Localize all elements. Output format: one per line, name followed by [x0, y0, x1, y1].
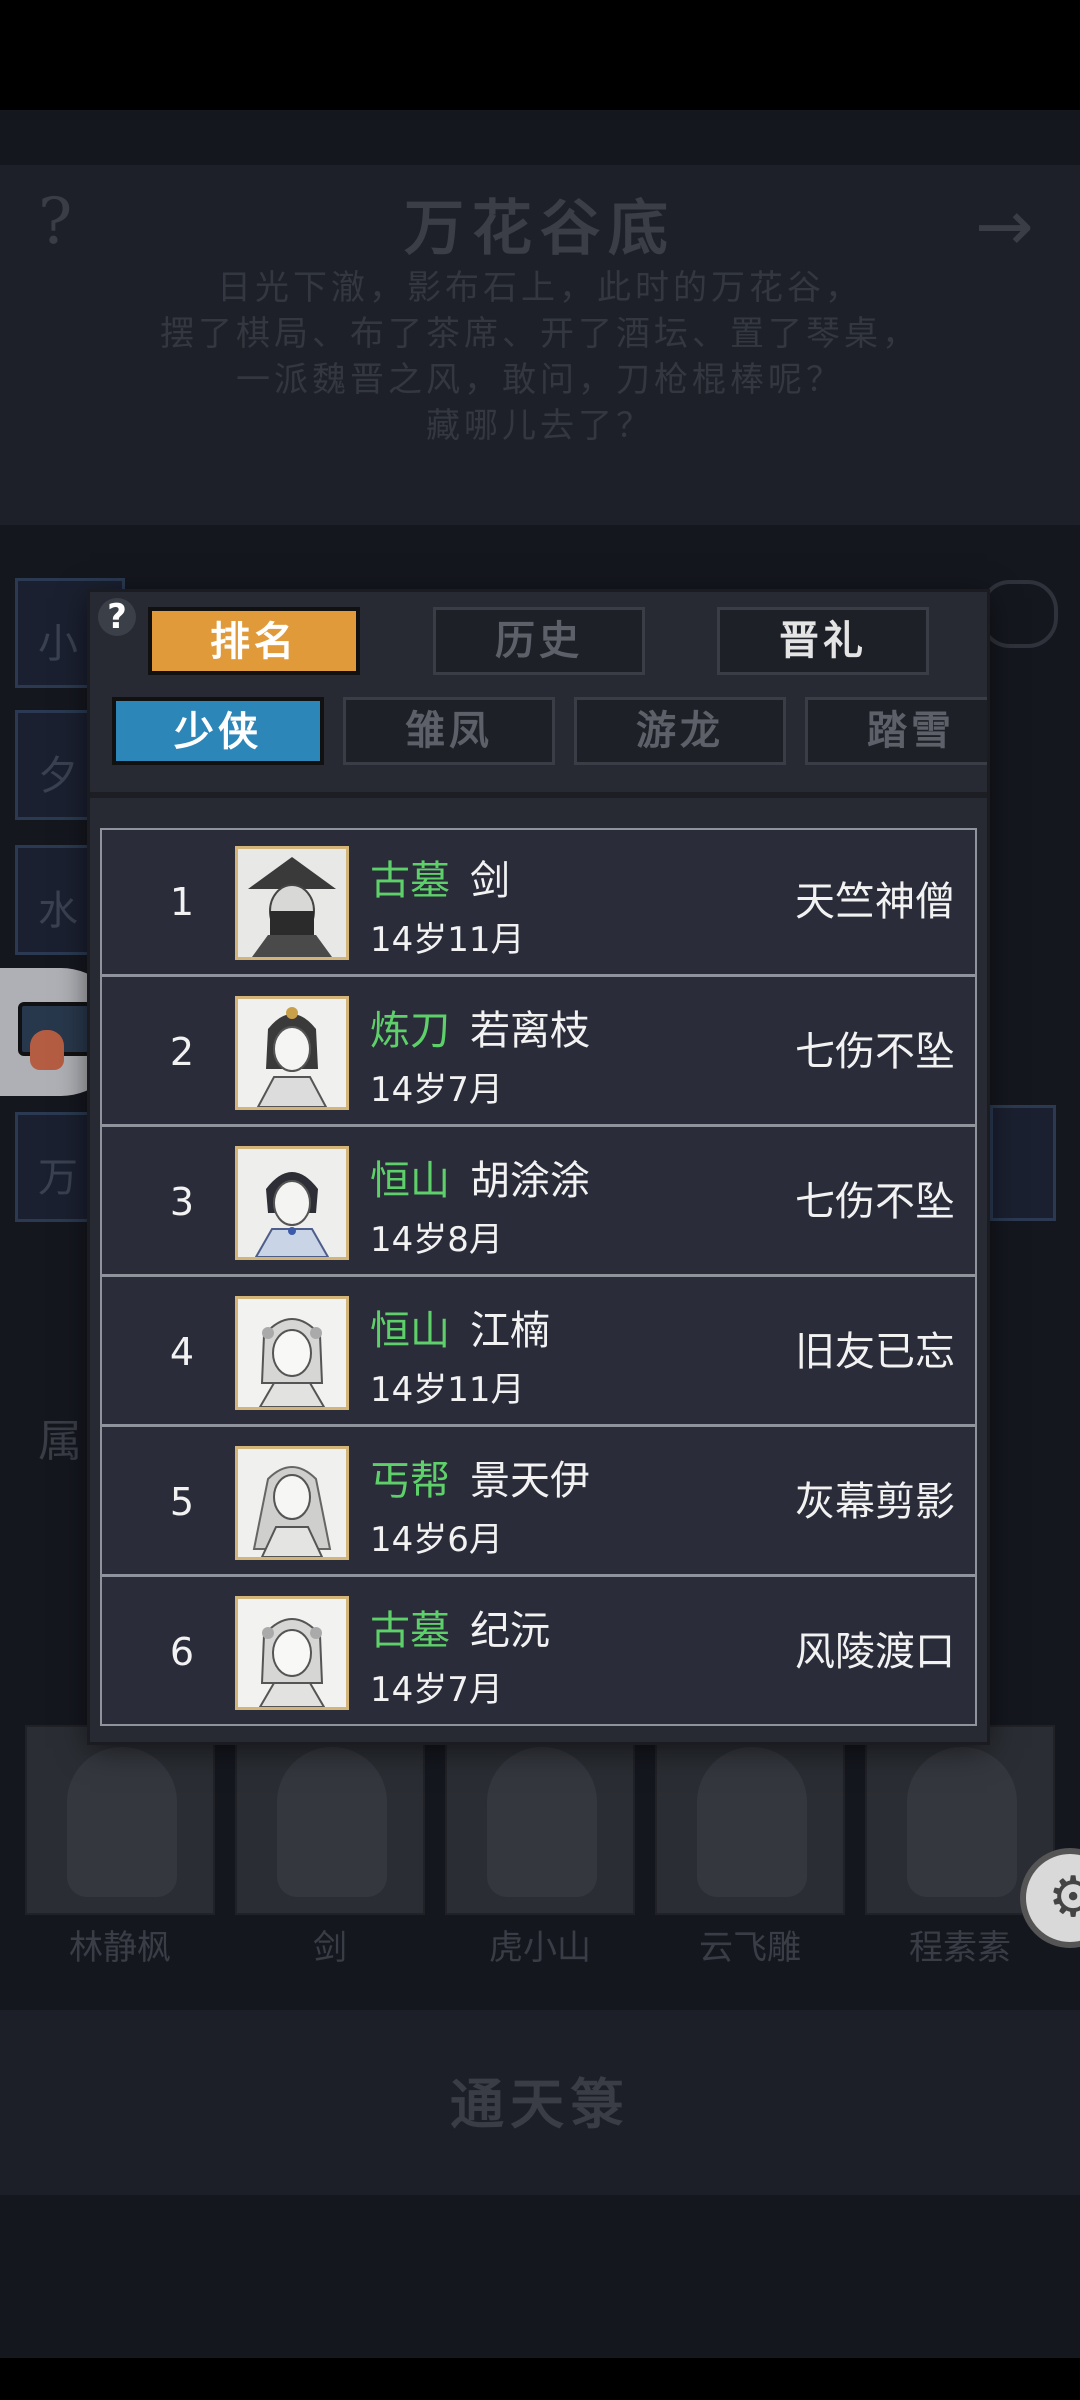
description-line: 摆了棋局、布了茶席、开了酒坛、置了琴桌， [160, 314, 920, 354]
side-label: 属 [38, 1416, 82, 1467]
player-age: 14岁7月 [370, 1070, 503, 1110]
tab-ranking[interactable]: 排名 [148, 607, 360, 675]
player-name: 若离枝 [470, 1008, 590, 1054]
ranking-row[interactable]: 4 恒山 江楠 14岁11月 旧友已忘 [102, 1280, 975, 1427]
chat-icon [980, 580, 1058, 648]
player-name: 纪沅 [470, 1608, 550, 1654]
avatar [235, 1446, 349, 1560]
ranking-row[interactable]: 6 古墓 纪沅 14岁7月 风陵渡口 [102, 1580, 975, 1727]
tab-taxue[interactable]: 踏雪 [805, 697, 987, 765]
player-title: 天竺神僧 [795, 879, 955, 925]
player-title: 七伤不坠 [795, 1179, 955, 1225]
location-description: 日光下澈，影布石上，此时的万花谷， 摆了棋局、布了茶席、开了酒坛、置了琴桌， 一… [0, 265, 1080, 449]
rank-number: 6 [169, 1630, 195, 1674]
tab-shaoxia[interactable]: 少侠 [112, 697, 324, 765]
tab-strip: 排名 历史 晋礼 少侠 雏凤 游龙 踏雪 [90, 592, 987, 792]
description-line: 日光下澈，影布石上，此时的万花谷， [217, 268, 863, 308]
avatar [235, 1146, 349, 1260]
ranking-row[interactable]: 2 炼刀 若离枝 14岁7月 七伤不坠 [102, 980, 975, 1127]
rank-number: 5 [169, 1480, 195, 1524]
avatar [235, 846, 349, 960]
gear-icon: ⚙ [1048, 1865, 1080, 1930]
player-title: 旧友已忘 [795, 1329, 955, 1375]
player-title: 灰幕剪影 [795, 1479, 955, 1525]
portrait-name: 林静枫 [69, 1928, 171, 1968]
portrait-name: 剑 [313, 1928, 347, 1968]
description-line: 一派魏晋之风，敢问，刀枪棍棒呢？ [236, 360, 844, 400]
bottom-button: 通天箓 [450, 2072, 630, 2136]
ranking-row[interactable]: 5 丐帮 景天伊 14岁6月 灰幕剪影 [102, 1430, 975, 1577]
portrait-name: 虎小山 [489, 1928, 591, 1968]
hand-icon [30, 1030, 64, 1070]
player-age: 14岁11月 [370, 1370, 525, 1410]
rank-number: 1 [169, 880, 195, 924]
status-bar [0, 0, 1080, 110]
player-age: 14岁11月 [370, 920, 525, 960]
divider [90, 792, 987, 798]
player-name: 胡涂涂 [470, 1158, 590, 1204]
ranking-dialog: ? 排名 历史 晋礼 少侠 雏凤 游龙 踏雪 1 古墓 剑 14岁11月 天竺神… [90, 592, 987, 1742]
player-age: 14岁7月 [370, 1670, 503, 1710]
player-title: 风陵渡口 [795, 1629, 955, 1675]
navigation-bar [0, 2358, 1080, 2400]
portrait [235, 1725, 425, 1915]
sect-name: 炼刀 [370, 1008, 450, 1054]
player-age: 14岁8月 [370, 1220, 503, 1260]
sect-name: 恒山 [370, 1158, 450, 1204]
player-name: 剑 [470, 858, 510, 904]
sect-name: 古墓 [370, 1608, 450, 1654]
player-title: 七伤不坠 [795, 1029, 955, 1075]
rank-number: 4 [169, 1330, 195, 1374]
side-panel [990, 1105, 1056, 1221]
portrait-row [20, 1725, 1060, 1915]
avatar [235, 1296, 349, 1410]
portrait-name: 云飞雕 [699, 1928, 801, 1968]
player-name: 景天伊 [470, 1458, 590, 1504]
rank-number: 3 [169, 1180, 195, 1224]
sect-name: 古墓 [370, 858, 450, 904]
ranking-list: 1 古墓 剑 14岁11月 天竺神僧 2 炼刀 若离枝 14岁7月 七伤不坠 3… [100, 828, 977, 1726]
location-title: 万花谷底 [404, 194, 676, 264]
portrait [25, 1725, 215, 1915]
tab-history[interactable]: 历史 [433, 607, 645, 675]
player-age: 14岁6月 [370, 1520, 503, 1560]
portrait [655, 1725, 845, 1915]
ranking-row[interactable]: 1 古墓 剑 14岁11月 天竺神僧 [102, 830, 975, 977]
sect-name: 恒山 [370, 1308, 450, 1354]
portrait [445, 1725, 635, 1915]
tab-ceremony[interactable]: 晋礼 [717, 607, 929, 675]
avatar [235, 1596, 349, 1710]
avatar [235, 996, 349, 1110]
tab-chufeng[interactable]: 雏凤 [343, 697, 555, 765]
ranking-row[interactable]: 3 恒山 胡涂涂 14岁8月 七伤不坠 [102, 1130, 975, 1277]
rank-number: 2 [169, 1030, 195, 1074]
description-line: 藏哪儿去了？ [426, 406, 654, 446]
portrait-name: 程素素 [909, 1928, 1011, 1968]
tab-youlong[interactable]: 游龙 [574, 697, 786, 765]
player-name: 江楠 [470, 1308, 550, 1354]
sect-name: 丐帮 [370, 1458, 450, 1504]
